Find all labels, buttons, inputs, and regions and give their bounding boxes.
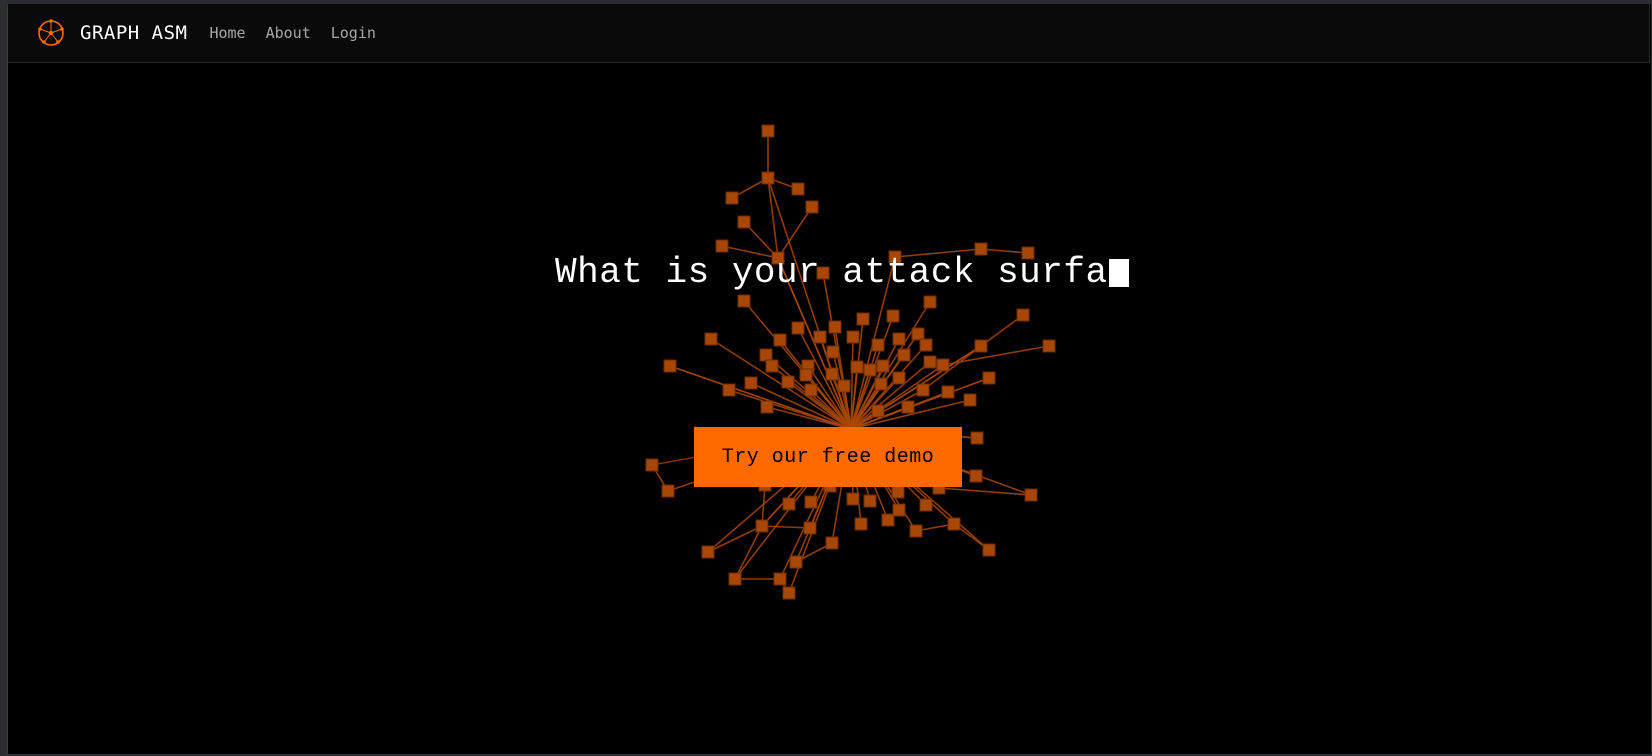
graph-node (826, 345, 840, 359)
graph-node (765, 359, 779, 373)
graph-node (760, 400, 774, 414)
graph-node (837, 379, 851, 393)
graph-node (744, 376, 758, 390)
brand-name[interactable]: GRAPH ASM (80, 22, 187, 44)
graph-edge (938, 487, 1032, 496)
try-demo-button[interactable]: Try our free demo (694, 427, 962, 487)
graph-node (856, 312, 870, 326)
graph-node (874, 377, 888, 391)
graph-node (947, 517, 961, 531)
graph-edge (767, 177, 779, 259)
graph-node (936, 358, 950, 372)
graph-node (1024, 488, 1038, 502)
graph-node (804, 495, 818, 509)
hero-title: What is your attack surfa (555, 252, 1129, 293)
graph-node (897, 348, 911, 362)
browser-viewport: GRAPH ASM Home About Login What is your … (7, 4, 1651, 754)
graph-node (715, 239, 729, 253)
graph-node (773, 333, 787, 347)
graph-node (781, 375, 795, 389)
graph-node (737, 215, 751, 229)
graph-node (982, 543, 996, 557)
graph-node (803, 521, 817, 535)
graph-node (970, 431, 984, 445)
graph-node (645, 458, 659, 472)
graph-node (663, 359, 677, 373)
attack-surface-graph (645, 124, 1056, 600)
graph-node (871, 338, 885, 352)
nav-login-link[interactable]: Login (331, 24, 376, 42)
graph-node (704, 332, 718, 346)
graph-node (969, 469, 983, 483)
graph-node (854, 517, 868, 531)
graph-node (761, 124, 775, 138)
graph-node (901, 400, 915, 414)
graph-node (755, 519, 769, 533)
graph-node (963, 393, 977, 407)
graph-edge (734, 525, 763, 580)
nav-links: Home About Login (209, 24, 395, 42)
graph-node (891, 485, 905, 499)
graph-node (825, 367, 839, 381)
graph-node (886, 309, 900, 323)
graph-node (916, 383, 930, 397)
graph-node (759, 348, 773, 362)
graph-node (1016, 308, 1030, 322)
graph-node (805, 200, 819, 214)
graph-node (923, 295, 937, 309)
graph-node (919, 338, 933, 352)
graph-node (909, 524, 923, 538)
graph-node (974, 339, 988, 353)
graph-node (923, 355, 937, 369)
graph-node (791, 321, 805, 335)
graph-node (722, 383, 736, 397)
graph-node (892, 503, 906, 517)
graph-node (850, 360, 864, 374)
graph-node (1042, 339, 1056, 353)
graph-node (813, 330, 827, 344)
graph-node (737, 294, 751, 308)
graph-node (919, 498, 933, 512)
nav-home-link[interactable]: Home (209, 24, 245, 42)
graph-node (789, 555, 803, 569)
graph-node (846, 330, 860, 344)
graph-node (941, 385, 955, 399)
graph-node (761, 171, 775, 185)
graph-node (876, 359, 890, 373)
graph-node (871, 404, 885, 418)
typing-cursor (1108, 258, 1129, 287)
top-navbar: GRAPH ASM Home About Login (8, 4, 1650, 63)
graph-node (728, 572, 742, 586)
graph-node (773, 572, 787, 586)
graph-node (725, 191, 739, 205)
graph-node (828, 320, 842, 334)
graph-edge (761, 525, 811, 529)
network-graph-logo-icon[interactable] (36, 18, 66, 48)
graph-node (911, 327, 925, 341)
graph-node (661, 484, 675, 498)
graph-node (863, 363, 877, 377)
graph-edge (942, 345, 1050, 366)
graph-node (799, 368, 813, 382)
graph-node (804, 383, 818, 397)
hero-title-text: What is your attack surfa (555, 252, 1108, 293)
graph-node (791, 182, 805, 196)
graph-edge (707, 525, 763, 553)
graph-node (782, 586, 796, 600)
graph-node (892, 371, 906, 385)
nav-about-link[interactable]: About (266, 24, 311, 42)
graph-node (701, 545, 715, 559)
graph-edge (777, 206, 813, 259)
graph-node (881, 513, 895, 527)
graph-node (892, 332, 906, 346)
graph-node (982, 371, 996, 385)
graph-node (782, 497, 796, 511)
graph-node (846, 492, 860, 506)
graph-node (863, 494, 877, 508)
graph-node (825, 536, 839, 550)
